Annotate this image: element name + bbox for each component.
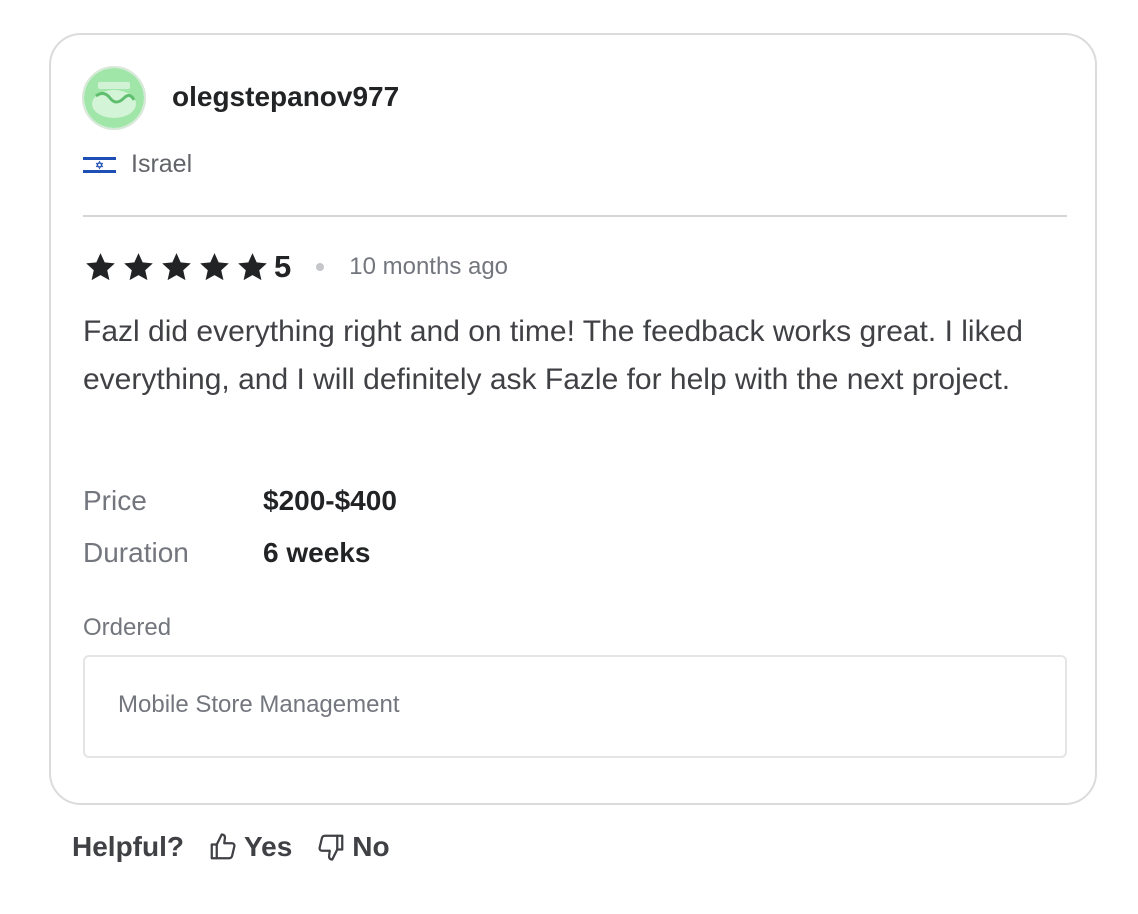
- review-time: 10 months ago: [349, 253, 509, 280]
- rating-value: 5: [274, 249, 292, 284]
- duration-value: 6 weeks: [263, 537, 371, 568]
- star-icon: [124, 253, 153, 281]
- star-icon: [86, 253, 115, 281]
- price-row: Price $200-$400: [83, 485, 397, 517]
- yes-label: Yes: [244, 831, 293, 862]
- star-icon: [162, 253, 191, 281]
- helpful-row: Helpful? Yes No: [72, 829, 390, 865]
- israel-flag-icon: [83, 155, 116, 175]
- star-icon: [238, 253, 267, 281]
- ordered-item: Mobile Store Management: [118, 691, 400, 718]
- star-icon: [200, 253, 229, 281]
- price-label: Price: [83, 485, 147, 516]
- duration-row: Duration 6 weeks: [83, 537, 370, 569]
- no-label: No: [352, 831, 390, 862]
- price-value: $200-$400: [263, 485, 397, 516]
- helpful-yes-button[interactable]: Yes: [208, 831, 292, 863]
- review-card: olegstepanov977 Israel 5 10 months ago F…: [49, 33, 1097, 805]
- divider: [83, 215, 1067, 217]
- avatar[interactable]: [82, 66, 146, 130]
- reviewer-username[interactable]: olegstepanov977: [172, 81, 399, 113]
- star-rating: [83, 250, 270, 284]
- reviewer-country: Israel: [131, 150, 193, 178]
- helpful-no-button[interactable]: No: [316, 831, 390, 863]
- separator-dot: [316, 263, 325, 271]
- duration-label: Duration: [83, 537, 189, 568]
- review-text: Fazl did everything right and on time! T…: [83, 315, 1023, 396]
- rating-row: 5 10 months ago: [83, 249, 509, 284]
- ordered-label: Ordered: [83, 614, 172, 641]
- ordered-item-box[interactable]: Mobile Store Management: [83, 655, 1067, 758]
- helpful-label: Helpful?: [72, 831, 184, 862]
- thumbs-down-icon: [318, 834, 344, 861]
- thumbs-up-icon: [210, 833, 236, 860]
